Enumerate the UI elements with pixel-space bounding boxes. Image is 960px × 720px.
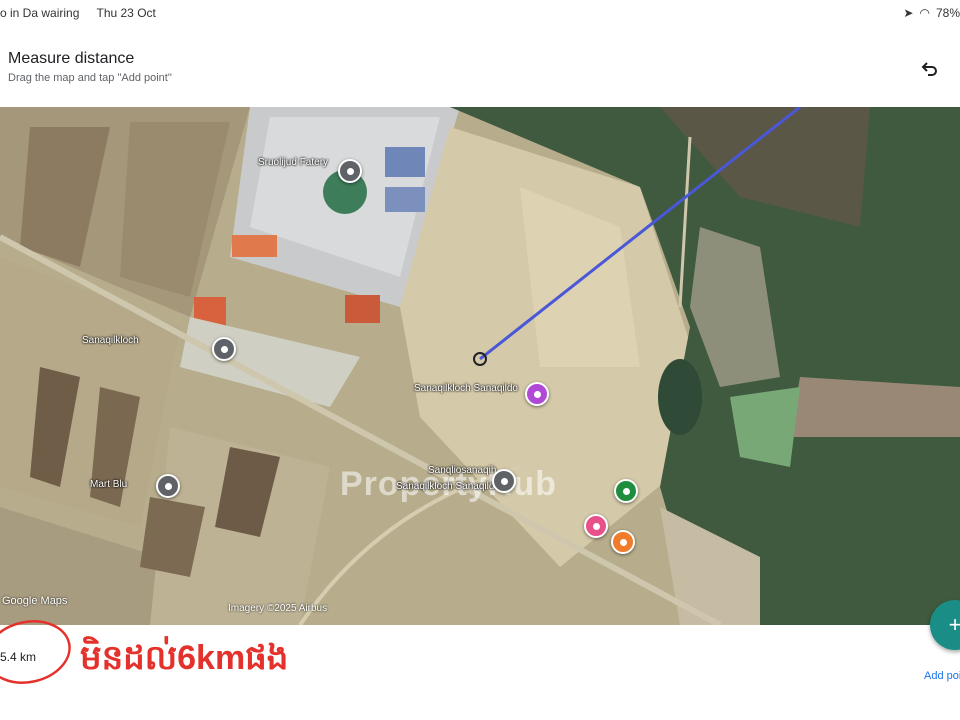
place-pin-icon[interactable]	[614, 479, 638, 503]
place-pin-icon[interactable]	[338, 159, 362, 183]
annotation-text: មិនដល់6kmផង	[80, 639, 289, 677]
place-pin-icon[interactable]	[156, 474, 180, 498]
google-logo: Google Maps	[2, 595, 68, 607]
map-label: Sanaqilkloch Sanaqildo	[396, 481, 500, 492]
map-label: Sanaqilkloch Sanaqildo	[414, 383, 518, 394]
status-date: Thu 23 Oct	[96, 6, 156, 20]
status-left: o in Da wairing Thu 23 Oct	[0, 6, 170, 20]
header: Measure distance Drag the map and tap "A…	[0, 36, 960, 104]
undo-icon	[921, 62, 937, 76]
map-label: Sanaqilkloch	[82, 335, 139, 346]
status-right: ➤ ◠ 78%	[903, 6, 960, 20]
map-imagery	[0, 107, 960, 625]
plus-icon: +	[948, 612, 960, 637]
satellite-map[interactable]: PropertyHub Sruolijud Fatery Sanaqilkloc…	[0, 107, 960, 625]
map-label: Sruolijud Fatery	[258, 157, 329, 168]
map-label: Sanqliosanaqih	[428, 465, 497, 476]
battery-level: 78%	[935, 6, 960, 20]
place-pin-icon[interactable]	[525, 382, 549, 406]
map-label: Mart Blu	[90, 479, 128, 490]
place-pin-icon[interactable]	[212, 337, 236, 361]
status-left-text: o in Da wairing	[0, 6, 80, 20]
wifi-icon: ◠	[919, 6, 930, 20]
page-subtitle: Drag the map and tap "Add point"	[8, 72, 172, 84]
undo-button[interactable]	[916, 56, 942, 82]
status-bar: o in Da wairing Thu 23 Oct ➤ ◠ 78%	[0, 0, 960, 28]
add-point-label[interactable]: Add point	[924, 670, 960, 682]
hand-drawn-circle	[0, 620, 71, 684]
map-attribution: Imagery ©2025 Airbus	[228, 603, 328, 614]
location-arrow-icon: ➤	[903, 6, 914, 20]
place-pin-icon[interactable]	[492, 469, 516, 493]
place-pin-icon[interactable]	[611, 530, 635, 554]
page-title: Measure distance	[8, 50, 135, 67]
place-pin-icon[interactable]	[584, 514, 608, 538]
